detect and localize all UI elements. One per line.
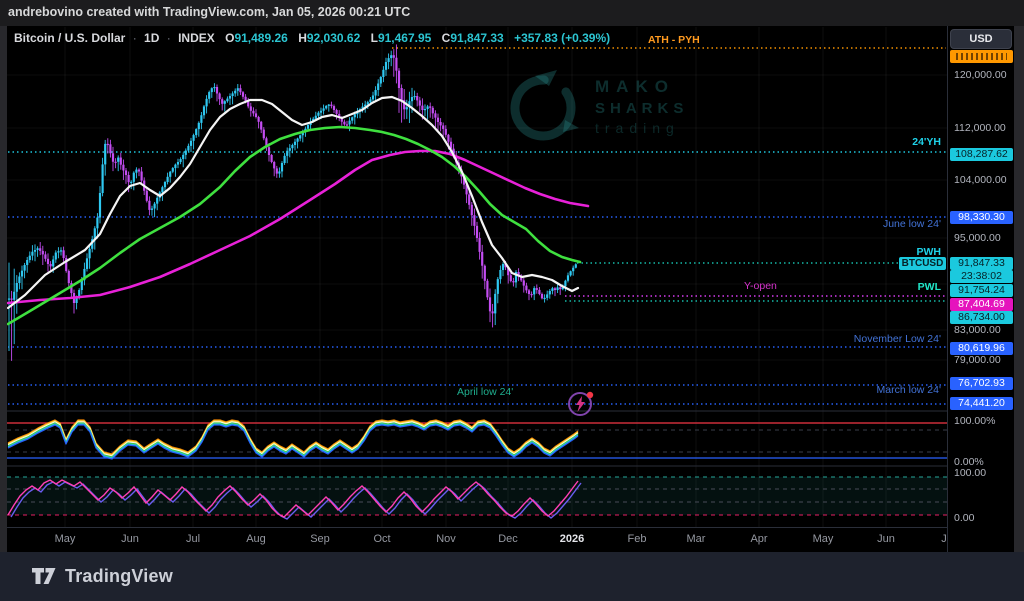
- lightning-events-icon[interactable]: [566, 388, 596, 423]
- time-axis[interactable]: May Jun Jul Aug Sep Oct Nov Dec 2026 Feb Mar Apr May…: [0, 527, 1024, 552]
- time-tick: Jun: [877, 533, 895, 545]
- price-tick: 0.00: [954, 512, 974, 524]
- march-low-price-label: 76,702.93: [950, 377, 1013, 390]
- symbol-axis-tag: BTCUSD: [899, 257, 946, 270]
- time-tick: Mar: [687, 533, 706, 545]
- prior-low-price-label: 86,734.00: [950, 311, 1013, 324]
- attribution-bar: andrebovino created with TradingView.com…: [0, 0, 1024, 26]
- price-tick: 83,000.00: [954, 324, 1001, 336]
- price-tick: 120,000.00: [954, 69, 1007, 81]
- symbol-title[interactable]: Bitcoin / U.S. Dollar: [14, 31, 125, 45]
- time-tick: Nov: [436, 533, 456, 545]
- price-tick: 100.00: [954, 467, 986, 479]
- ath-price-label: [950, 50, 1013, 63]
- price-tick: 112,000.00: [954, 122, 1006, 134]
- close-value: 91,847.33: [450, 31, 503, 45]
- tradingview-brand-text: TradingView: [65, 566, 173, 587]
- time-tick: Feb: [628, 533, 647, 545]
- time-tick: Jun: [121, 533, 139, 545]
- tradingview-logo[interactable]: TradingView: [30, 564, 173, 588]
- time-tick: May: [55, 533, 76, 545]
- chart-canvas[interactable]: [0, 26, 1024, 552]
- price-tick: 100.00%: [954, 415, 995, 427]
- price-tick: 95,000.00: [954, 232, 1001, 244]
- interval-label[interactable]: 1D: [144, 31, 159, 45]
- legend-separator: ·: [133, 31, 137, 45]
- high-key: H: [298, 31, 307, 45]
- chart-plot-area: [7, 27, 947, 527]
- june-low-price-label: 98,330.30: [950, 211, 1013, 224]
- april-low-price-label: 74,441.20: [950, 397, 1013, 410]
- last-price-label: 91,847.33: [950, 257, 1013, 270]
- footer-bar: TradingView: [0, 552, 1024, 601]
- time-tick: Dec: [498, 533, 518, 545]
- low-key: L: [371, 31, 378, 45]
- price-tick: 79,000.00: [954, 354, 1001, 366]
- chart-workspace: MAKO SHARKS trading Bitcoin / U.S. Dolla…: [0, 26, 1024, 552]
- time-tick: Aug: [246, 533, 266, 545]
- bar-countdown-label: 23:38:02: [950, 270, 1013, 283]
- time-tick: Oct: [373, 533, 390, 545]
- right-edge-strip: [1014, 26, 1024, 552]
- high-value: 92,030.62: [307, 31, 360, 45]
- year-high-24-label: 108,287.62: [950, 148, 1013, 161]
- low-value: 91,467.95: [378, 31, 431, 45]
- time-tick: Jul: [186, 533, 200, 545]
- open-value: 91,489.26: [234, 31, 287, 45]
- time-tick: Apr: [750, 533, 767, 545]
- time-tick: Sep: [310, 533, 330, 545]
- tradingview-logo-icon: [30, 564, 57, 588]
- tradingview-window: andrebovino created with TradingView.com…: [0, 0, 1024, 601]
- november-low-price-label: 80,619.96: [950, 342, 1013, 355]
- year-open-price-label: 87,404.69: [950, 298, 1013, 311]
- time-tick: May: [813, 533, 834, 545]
- price-tick: 104,000.00: [954, 174, 1007, 186]
- left-edge-strip: [0, 26, 7, 552]
- candles[interactable]: [8, 44, 577, 360]
- legend-separator: ·: [167, 31, 171, 45]
- change-value: +357.83 (+0.39%): [514, 31, 610, 45]
- ma-fast-white[interactable]: [8, 97, 578, 308]
- pwl-price-label: 91,754.24: [950, 284, 1013, 297]
- symbol-legend[interactable]: Bitcoin / U.S. Dollar · 1D · INDEX O91,4…: [14, 31, 610, 45]
- exchange-label: INDEX: [178, 31, 215, 45]
- price-axis[interactable]: USD 120,000.00 112,000.00 104,000.00 95,000…: [947, 26, 1014, 552]
- attribution-text: andrebovino created with TradingView.com…: [0, 0, 1024, 25]
- currency-toggle-button[interactable]: USD: [950, 29, 1012, 49]
- time-tick: 2026: [560, 533, 584, 545]
